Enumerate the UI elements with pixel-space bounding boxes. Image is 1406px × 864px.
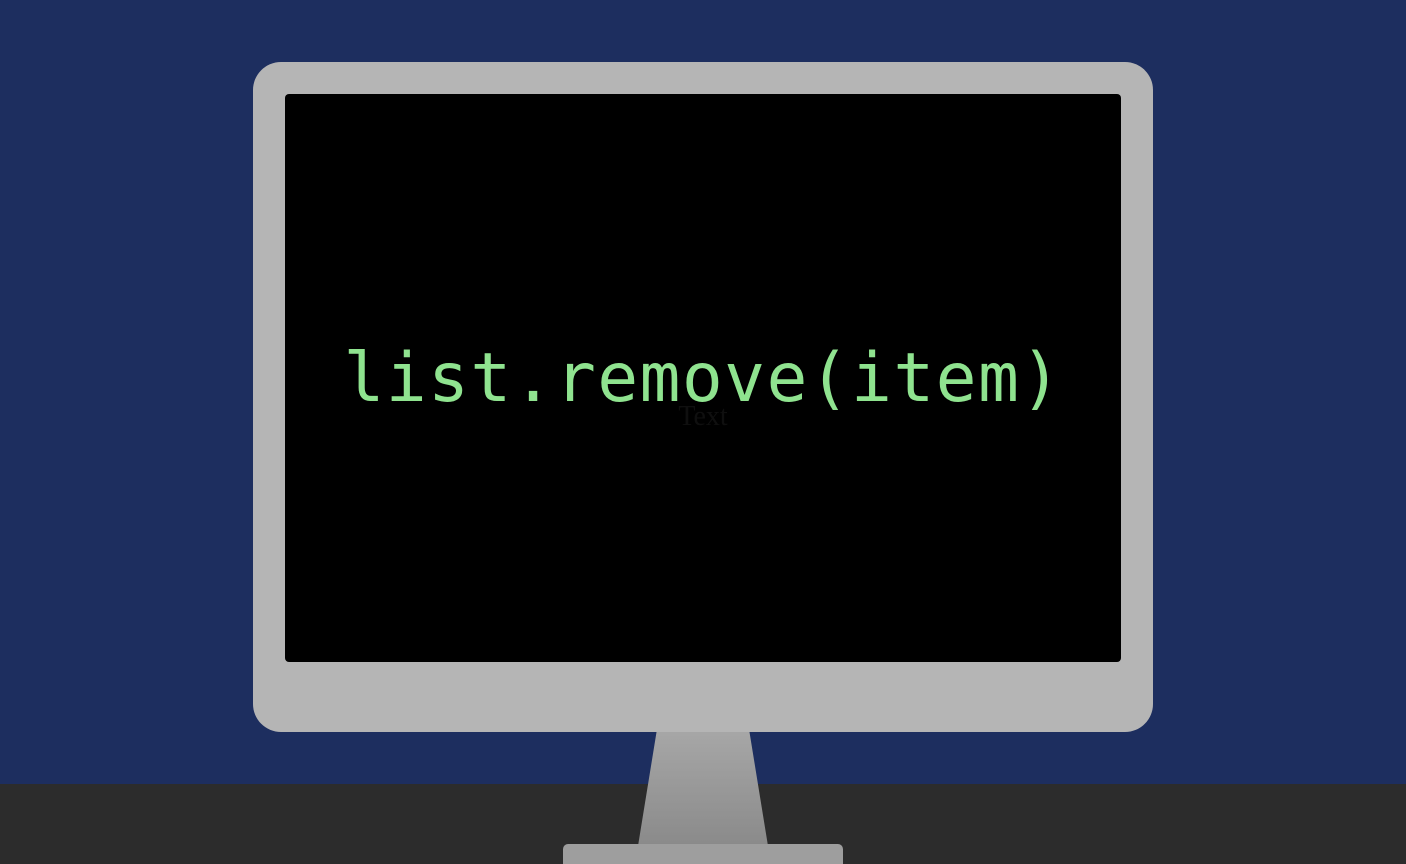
monitor-stand: [638, 726, 768, 846]
monitor-screen: list.remove(item) Text: [285, 94, 1121, 662]
monitor-base: [563, 844, 843, 864]
monitor-frame: list.remove(item) Text: [253, 62, 1153, 732]
background-placeholder-text: Text: [678, 401, 727, 433]
